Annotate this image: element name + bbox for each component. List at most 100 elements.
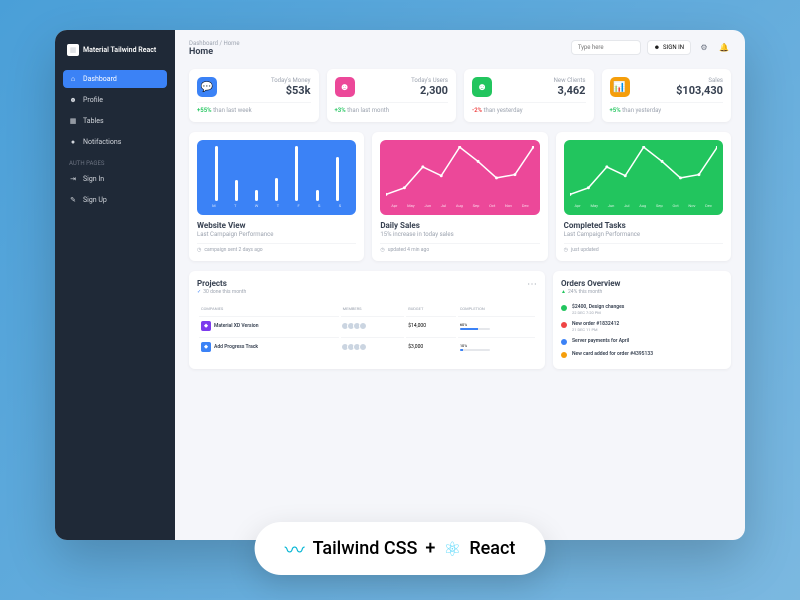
logo-text: Material Tailwind React <box>83 46 156 54</box>
logo-icon: ▦ <box>67 44 79 56</box>
stat-card: ☻ Today's Users2,300 +3% than last month <box>327 69 457 122</box>
table-row[interactable]: ◆Material XD Version$14,00060% <box>199 316 535 335</box>
stat-card: ☻ New Clients3,462 -2% than yesterday <box>464 69 594 122</box>
stat-card: 💬 Today's Money$53k +55% than last week <box>189 69 319 122</box>
sidebar: ▦ Material Tailwind React ⌂Dashboard ☻Pro… <box>55 30 175 540</box>
logo[interactable]: ▦ Material Tailwind React <box>63 40 167 60</box>
chart-canvas: AprMayJunJulAugSepOctNovDec <box>380 140 539 215</box>
more-icon[interactable]: ⋯ <box>527 279 537 295</box>
stat-icon: 📊 <box>610 77 630 97</box>
status-dot-icon <box>561 305 567 311</box>
chart-subtitle: Last Campaign Performance <box>197 231 356 238</box>
sidebar-item-profile[interactable]: ☻Profile <box>63 91 167 109</box>
user-icon: ☻ <box>654 44 660 51</box>
app-window: ▦ Material Tailwind React ⌂Dashboard☻Pro… <box>55 30 745 540</box>
progress-bar <box>460 349 490 351</box>
nav-icon: ☻ <box>69 96 77 104</box>
tailwind-icon: 〰 <box>285 534 305 563</box>
projects-panel: Projects ✓30 done this month ⋯ Companies… <box>189 271 545 369</box>
stat-label: New Clients <box>554 77 586 84</box>
chart-canvas: AprMayJunJulAugSepOctNovDec <box>564 140 723 215</box>
sidebar-item-notifactions[interactable]: ●Notifactions <box>63 133 167 151</box>
chart-title: Website View <box>197 221 356 230</box>
order-item[interactable]: Server payments for April <box>561 335 723 348</box>
status-dot-icon <box>561 352 567 358</box>
breadcrumb[interactable]: Dashboard / Home <box>189 40 240 47</box>
project-icon: ◆ <box>201 321 211 331</box>
stats-row: 💬 Today's Money$53k +55% than last week ☻ To… <box>189 69 731 122</box>
member-avatars <box>343 343 403 351</box>
project-icon: ◆ <box>201 342 211 352</box>
table-header: Completion <box>458 303 535 314</box>
chart-canvas: MTWTFSS <box>197 140 356 215</box>
stat-card: 📊 Sales$103,430 +5% than yesterday <box>602 69 732 122</box>
bell-icon[interactable]: 🔔 <box>717 41 731 55</box>
chart-card: AprMayJunJulAugSepOctNovDec Daily Sales15… <box>372 132 547 261</box>
stat-value: 2,300 <box>411 84 448 97</box>
header: Dashboard / Home Home ☻SIGN IN ⚙ 🔔 <box>189 40 731 57</box>
chart-card: MTWTFSS Website ViewLast Campaign Perform… <box>189 132 364 261</box>
chart-meta: ◷just updated <box>564 243 723 253</box>
stat-label: Today's Money <box>271 77 311 84</box>
projects-table: CompaniesMembersBudgetCompletion ◆Materia… <box>197 301 537 358</box>
stat-change: +5% than yesterday <box>610 102 724 114</box>
stat-icon: ☻ <box>335 77 355 97</box>
signin-button[interactable]: ☻SIGN IN <box>647 40 691 55</box>
nav-icon: ⇥ <box>69 175 77 183</box>
sidebar-item-sign-up[interactable]: ✎Sign Up <box>63 191 167 209</box>
clock-icon: ◷ <box>380 247 384 253</box>
table-row[interactable]: ◆Add Progress Track$3,00010% <box>199 337 535 356</box>
nav-icon: ▦ <box>69 117 77 125</box>
stat-icon: ☻ <box>472 77 492 97</box>
stat-label: Today's Users <box>411 77 448 84</box>
status-dot-icon <box>561 322 567 328</box>
stat-change: -2% than yesterday <box>472 102 586 114</box>
stat-change: +55% than last week <box>197 102 311 114</box>
stat-change: +3% than last month <box>335 102 449 114</box>
page-title: Home <box>189 47 240 57</box>
stat-value: 3,462 <box>554 84 586 97</box>
clock-icon: ◷ <box>197 247 201 253</box>
table-header: Companies <box>199 303 339 314</box>
nav-icon: ⌂ <box>69 75 77 83</box>
stat-label: Sales <box>676 77 723 84</box>
react-label: React <box>469 538 515 559</box>
orders-title: Orders Overview <box>561 279 723 288</box>
stat-value: $53k <box>271 84 311 97</box>
chart-title: Completed Tasks <box>564 221 723 230</box>
order-item[interactable]: New card added for order #4395133 <box>561 348 723 361</box>
sidebar-item-tables[interactable]: ▦Tables <box>63 112 167 130</box>
chart-title: Daily Sales <box>380 221 539 230</box>
sidebar-item-dashboard[interactable]: ⌂Dashboard <box>63 70 167 88</box>
react-icon: ⚛ <box>443 537 461 561</box>
tailwind-label: Tailwind CSS <box>313 538 418 559</box>
orders-subtitle: ▲24% this month <box>561 289 723 295</box>
nav-icon: ● <box>69 138 77 146</box>
main-content: Dashboard / Home Home ☻SIGN IN ⚙ 🔔 💬 Toda… <box>175 30 745 540</box>
projects-subtitle: ✓30 done this month <box>197 289 246 295</box>
tech-badge: 〰 Tailwind CSS + ⚛ React <box>255 522 546 575</box>
member-avatars <box>343 322 403 330</box>
clock-icon: ◷ <box>564 247 568 253</box>
stat-icon: 💬 <box>197 77 217 97</box>
status-dot-icon <box>561 339 567 345</box>
nav-icon: ✎ <box>69 196 77 204</box>
search-input[interactable] <box>571 40 641 55</box>
order-item[interactable]: $2400, Design changes22 DEC 7:20 PM <box>561 301 723 318</box>
table-header: Members <box>341 303 405 314</box>
auth-section-label: Auth Pages <box>63 154 167 170</box>
chart-meta: ◷campaign sent 2 days ago <box>197 243 356 253</box>
order-item[interactable]: New order #183241221 DEC 11 PM <box>561 318 723 335</box>
sidebar-item-sign-in[interactable]: ⇥Sign In <box>63 170 167 188</box>
orders-panel: Orders Overview ▲24% this month $2400, D… <box>553 271 731 369</box>
stat-value: $103,430 <box>676 84 723 97</box>
table-header: Budget <box>406 303 456 314</box>
charts-row: MTWTFSSWebsite ViewLast Campaign Perform… <box>189 132 731 261</box>
progress-bar <box>460 328 490 330</box>
chart-card: AprMayJunJulAugSepOctNovDec Completed Tas… <box>556 132 731 261</box>
chart-subtitle: 15% increase in today sales <box>380 231 539 238</box>
chart-subtitle: Last Campaign Performance <box>564 231 723 238</box>
chart-meta: ◷updated 4 min ago <box>380 243 539 253</box>
gear-icon[interactable]: ⚙ <box>697 41 711 55</box>
projects-title: Projects <box>197 279 246 288</box>
